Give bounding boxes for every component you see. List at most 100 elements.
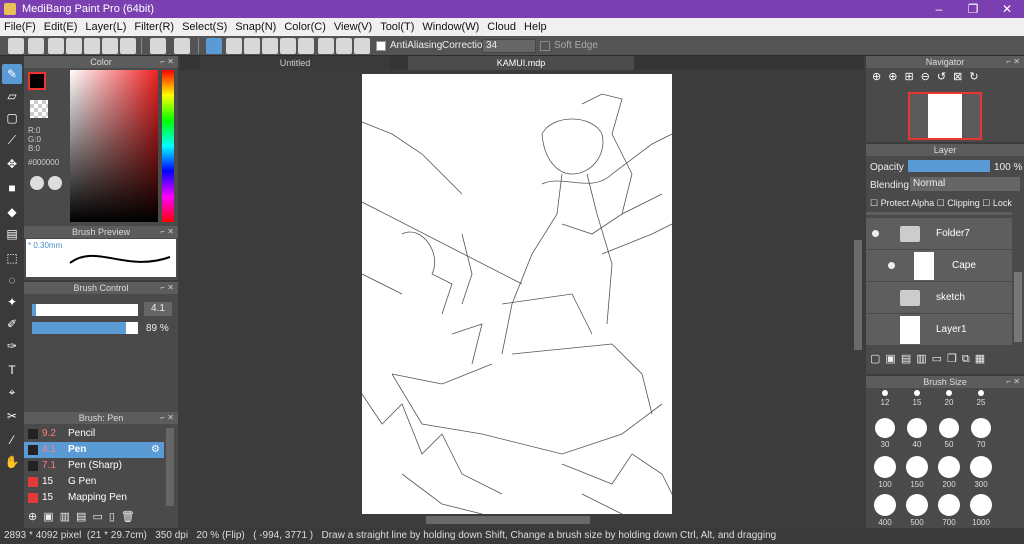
brush-menu-icon[interactable]: ▥ [60, 511, 76, 523]
brush-item-pen-sharp[interactable]: 7.1 Pen (Sharp) [24, 458, 164, 474]
layer-row-sketch[interactable]: sketch [866, 282, 1012, 314]
visibility-icon[interactable] [872, 230, 879, 237]
minimize-button[interactable]: – [922, 0, 956, 18]
cloud-icon[interactable] [8, 38, 24, 54]
undo-icon[interactable] [150, 38, 166, 54]
maximize-button[interactable]: ❐ [956, 0, 990, 18]
document-icon[interactable] [84, 38, 100, 54]
secondary-color-swatch[interactable] [30, 100, 48, 118]
menu-view[interactable]: View(V) [330, 18, 376, 36]
zoom-in-icon[interactable]: ⊕ [872, 71, 888, 83]
divide-tool-icon[interactable]: ✂ [2, 406, 22, 426]
line-tool-icon[interactable]: ⟋ [2, 130, 22, 150]
layer-opacity-slider[interactable] [908, 160, 990, 172]
menu-layer[interactable]: Layer(L) [81, 18, 130, 36]
new-layer-icon[interactable]: ▢ [870, 353, 885, 365]
grid-snap-icon[interactable] [244, 38, 260, 54]
layer-settings-icon[interactable]: ▦ [975, 353, 990, 365]
add-layer-menu-icon[interactable]: ▥ [916, 353, 931, 365]
eyedropper-tool-icon[interactable]: ⁄ [2, 430, 22, 450]
close-button[interactable]: ✕ [990, 0, 1024, 18]
select-pen-tool-icon[interactable]: ✐ [2, 314, 22, 334]
brush-doc-icon[interactable]: ▤ [76, 511, 92, 523]
frames-icon[interactable] [102, 38, 118, 54]
color-sv-picker[interactable] [70, 70, 158, 222]
clipping-checkbox[interactable]: ☐ [937, 198, 948, 208]
blending-select[interactable]: Normal [910, 177, 1020, 191]
brush-size-slider[interactable] [32, 304, 138, 316]
message-icon[interactable] [66, 38, 82, 54]
primary-color-swatch[interactable] [28, 72, 46, 90]
menu-color[interactable]: Color(C) [280, 18, 330, 36]
menu-tool[interactable]: Tool(T) [376, 18, 418, 36]
delete-brush-icon[interactable]: 🗑 [121, 511, 141, 523]
menu-select[interactable]: Select(S) [178, 18, 231, 36]
snap-off-icon[interactable] [206, 38, 222, 54]
palette-icon[interactable] [30, 176, 44, 190]
brush-item-pen[interactable]: 4.1 Pen ⚙ [24, 442, 164, 458]
brush-open-folder-icon[interactable]: ▯ [109, 511, 121, 523]
fit-screen-icon[interactable]: ⊞ [904, 71, 920, 83]
antialiasing-checkbox[interactable] [376, 41, 386, 51]
hand-tool-icon[interactable]: ✋ [2, 452, 22, 472]
brush-settings-gear-icon[interactable]: ⚙ [151, 442, 160, 458]
redo-icon[interactable] [174, 38, 190, 54]
grid-panels-icon[interactable] [120, 38, 136, 54]
menu-help[interactable]: Help [520, 18, 551, 36]
merge-layer-icon[interactable]: ⧉ [962, 353, 975, 365]
brush-item-g-pen[interactable]: 15 G Pen [24, 474, 164, 490]
hue-slider[interactable] [162, 70, 174, 222]
menu-edit[interactable]: Edit(E) [40, 18, 82, 36]
lock-checkbox[interactable]: ☐ [982, 198, 993, 208]
brush-size-value[interactable]: 4.1 [144, 302, 172, 316]
new-halftone-layer-icon[interactable]: ▣ [885, 353, 900, 365]
brush-image-icon[interactable]: ▣ [43, 511, 59, 523]
text-tool-icon[interactable]: T [2, 360, 22, 380]
zoom-in-alt-icon[interactable]: ⊕ [888, 71, 904, 83]
brush-folder-icon[interactable]: ▭ [92, 511, 108, 523]
share-icon[interactable] [28, 38, 44, 54]
eraser-tool-icon[interactable]: ▱ [2, 86, 22, 106]
navigator-viewport[interactable] [908, 92, 982, 140]
color-picker-settings-icon[interactable] [48, 176, 62, 190]
menu-cloud[interactable]: Cloud [483, 18, 520, 36]
circle-snap-icon[interactable] [298, 38, 314, 54]
new-8bit-layer-icon[interactable]: ▤ [901, 353, 916, 365]
brush-item-mapping-pen[interactable]: 15 Mapping Pen [24, 490, 164, 506]
lasso-tool-icon[interactable]: ◌ [2, 270, 22, 290]
fill-rect-tool-icon[interactable]: ■ [2, 178, 22, 198]
actual-size-icon[interactable]: ⊠ [953, 71, 969, 83]
soft-edge-checkbox[interactable] [540, 41, 550, 51]
duplicate-layer-icon[interactable]: ❐ [947, 353, 962, 365]
drawing-canvas[interactable] [362, 74, 672, 514]
dot-tool-icon[interactable]: ▢ [2, 108, 22, 128]
radial-snap-icon[interactable] [280, 38, 296, 54]
gradient-tool-icon[interactable]: ▤ [2, 224, 22, 244]
rotate-right-icon[interactable]: ↻ [969, 71, 985, 83]
curve-snap-icon[interactable] [318, 38, 334, 54]
menu-snap[interactable]: Snap(N) [231, 18, 280, 36]
brush-opacity-slider[interactable] [32, 322, 138, 334]
bucket-tool-icon[interactable]: ◆ [2, 202, 22, 222]
magic-wand-tool-icon[interactable]: ✦ [2, 292, 22, 312]
zoom-out-icon[interactable]: ⊖ [921, 71, 937, 83]
layer-row-folder7[interactable]: Folder7 [866, 218, 1012, 250]
move-tool-icon[interactable]: ✥ [2, 154, 22, 174]
rotate-left-icon[interactable]: ↺ [937, 71, 953, 83]
canvas-horizontal-scrollbar[interactable] [426, 516, 590, 524]
layer-row-cape[interactable]: Cape [866, 250, 1012, 282]
menu-file[interactable]: File(F) [0, 18, 40, 36]
correction-select[interactable]: 34 [482, 39, 536, 53]
operation-tool-icon[interactable]: ⌖ [2, 382, 22, 402]
canvas-vertical-scrollbar[interactable] [854, 240, 862, 350]
tab-kamui[interactable]: KAMUI.mdp [408, 56, 634, 70]
brush-tool-icon[interactable]: ✎ [2, 64, 22, 84]
add-brush-icon[interactable]: ⊕ [28, 511, 43, 523]
menu-window[interactable]: Window(W) [418, 18, 483, 36]
layer-row-partial[interactable] [866, 212, 1012, 216]
ellipse-snap-icon[interactable] [336, 38, 352, 54]
select-tool-icon[interactable]: ⬚ [2, 248, 22, 268]
menu-filter[interactable]: Filter(R) [130, 18, 178, 36]
protect-alpha-checkbox[interactable]: ☐ [870, 198, 881, 208]
new-folder-icon[interactable]: ▭ [932, 353, 947, 365]
